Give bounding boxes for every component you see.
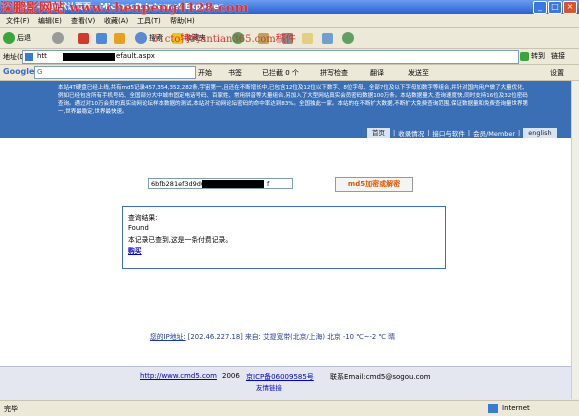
google-field-value: G <box>37 68 43 76</box>
forward-button[interactable] <box>52 31 64 45</box>
home-button[interactable] <box>114 31 125 45</box>
nav-home[interactable]: 首页 <box>367 127 390 138</box>
back-button[interactable]: 后退 <box>3 31 31 45</box>
footer-site-link[interactable]: http://www.cmd5.com <box>140 372 217 380</box>
vertical-scrollbar[interactable] <box>571 81 579 399</box>
md5-input-suffix: f <box>267 180 270 188</box>
result-box: 查询结果: Found 本记录已查到,这是一条付费记录。 购买 <box>122 206 446 269</box>
menu-edit[interactable]: 编辑(E) <box>38 16 62 26</box>
status-text: 完毕 <box>4 405 18 413</box>
links-label[interactable]: 链接 <box>551 51 565 61</box>
menu-view[interactable]: 查看(V) <box>71 16 95 26</box>
refresh-button[interactable] <box>96 31 107 45</box>
nav-separator: | <box>393 128 396 137</box>
google-logo: Google <box>3 67 35 76</box>
go-label: 转到 <box>531 52 545 60</box>
footer-friend-links[interactable]: 友情链接 <box>256 382 282 392</box>
window-controls: _ □ × <box>533 1 577 14</box>
maximize-button[interactable]: □ <box>548 1 562 14</box>
google-search-input[interactable]: G <box>34 66 196 79</box>
nav-api[interactable]: 接口与软件 <box>432 128 465 138</box>
site-description: 本站4T硬盘已经上线,共有md5记录457,354,352,282条,宇宙第一,… <box>58 85 528 115</box>
ip-details: [202.46.227.18] 来自: 艾提宽带(北京/上海) 北京 -10 ℃… <box>187 333 396 341</box>
result-heading: 查询结果: <box>128 214 158 222</box>
google-start-button[interactable]: 开始 <box>198 68 212 78</box>
ip-info: 您的IP地址: [202.46.227.18] 来自: 艾提宽带(北京/上海) … <box>150 331 395 341</box>
google-toolbar: Google G 开始 书签 已拦截 0 个 拼写检查 翻译 发送至 设置 <box>0 65 579 81</box>
address-url-prefix: htt <box>37 52 47 60</box>
nav-member[interactable]: 会员/Member <box>473 128 515 138</box>
toolbar-watermark: 51cto特约antian365.com稿件 <box>152 34 296 45</box>
google-spellcheck-button[interactable]: 拼写检查 <box>320 68 348 78</box>
nav-english[interactable]: english <box>523 127 557 138</box>
nav-separator: | <box>518 128 521 137</box>
status-zone: Internet <box>502 404 530 412</box>
google-bookmarks-button[interactable]: 书签 <box>228 68 242 78</box>
md5-input[interactable]: 6bfb281ef3d9d6b8 f <box>148 178 293 189</box>
menu-favorites[interactable]: 收藏(A) <box>104 16 128 26</box>
google-settings-button[interactable]: 设置 <box>550 68 564 78</box>
internet-zone-icon <box>488 404 498 413</box>
footer-icp-link[interactable]: 京ICP备06009585号 <box>246 372 314 382</box>
page-icon <box>25 53 33 61</box>
site-nav: 首页 | 收录情况 | 接口与软件 | 会员/Member | english <box>367 127 557 138</box>
menu-tools[interactable]: 工具(T) <box>137 16 161 26</box>
messenger-icon <box>342 32 354 44</box>
google-translate-button[interactable]: 翻译 <box>370 68 384 78</box>
back-label: 后退 <box>17 34 31 42</box>
forward-arrow-icon <box>52 32 64 44</box>
nav-records[interactable]: 收录情况 <box>398 128 424 138</box>
status-bar: 完毕 Internet <box>0 400 579 416</box>
address-url-suffix: efault.aspx <box>116 52 155 60</box>
back-arrow-icon <box>3 32 15 44</box>
edit-icon <box>302 32 313 44</box>
address-redaction <box>63 53 115 61</box>
address-input[interactable]: htt efault.aspx <box>22 50 519 64</box>
site-header: 本站4T硬盘已经上线,共有md5记录457,354,352,282条,宇宙第一,… <box>0 81 572 138</box>
go-button[interactable]: 转到 链接 <box>520 51 565 61</box>
menu-file[interactable]: 文件(F) <box>6 16 30 26</box>
menu-help[interactable]: 帮助(H) <box>170 16 195 26</box>
search-icon <box>135 32 147 44</box>
result-status: Found <box>128 224 149 232</box>
ip-label: 您的IP地址: <box>150 333 186 341</box>
google-sendto-button[interactable]: 发送至 <box>408 68 429 78</box>
discuss-button[interactable] <box>322 31 333 45</box>
go-arrow-icon <box>520 51 529 61</box>
page-content: 本站4T硬盘已经上线,共有md5记录457,354,352,282条,宇宙第一,… <box>0 81 572 400</box>
google-blocked-button[interactable]: 已拦截 0 个 <box>262 68 299 78</box>
refresh-icon <box>96 32 107 44</box>
md5-submit-button[interactable]: md5加密或解密 <box>335 177 413 192</box>
messenger-button[interactable] <box>342 31 354 45</box>
close-button[interactable]: × <box>563 1 577 14</box>
home-icon <box>114 32 125 44</box>
md5-input-redaction <box>202 180 264 188</box>
nav-separator: | <box>467 128 471 137</box>
buy-link[interactable]: 购买 <box>128 245 142 255</box>
result-message: 本记录已查到,这是一条付费记录。 <box>128 236 233 244</box>
discuss-icon <box>322 32 333 44</box>
stop-button[interactable] <box>78 31 89 45</box>
footer-year: 2006 <box>222 372 240 380</box>
site-footer: http://www.cmd5.com 2006 京ICP备06009585号 … <box>0 366 572 400</box>
footer-contact: 联系Email:cmd5@sogou.com <box>330 373 431 381</box>
stop-icon <box>78 32 89 44</box>
minimize-button[interactable]: _ <box>533 1 547 14</box>
edit-button[interactable] <box>302 31 313 45</box>
nav-separator: | <box>427 128 430 137</box>
address-bar: 地址(D) htt efault.aspx 转到 链接 <box>0 49 579 65</box>
toolbar: 后退 搜索 收藏夹 51cto特约antian365.com稿件 <box>0 28 579 49</box>
menu-bar: 文件(F) 编辑(E) 查看(V) 收藏(A) 工具(T) 帮助(H) <box>0 14 579 28</box>
title-bar: MD5 - 首页默认页面 - Microsoft Internet Explor… <box>0 0 579 16</box>
